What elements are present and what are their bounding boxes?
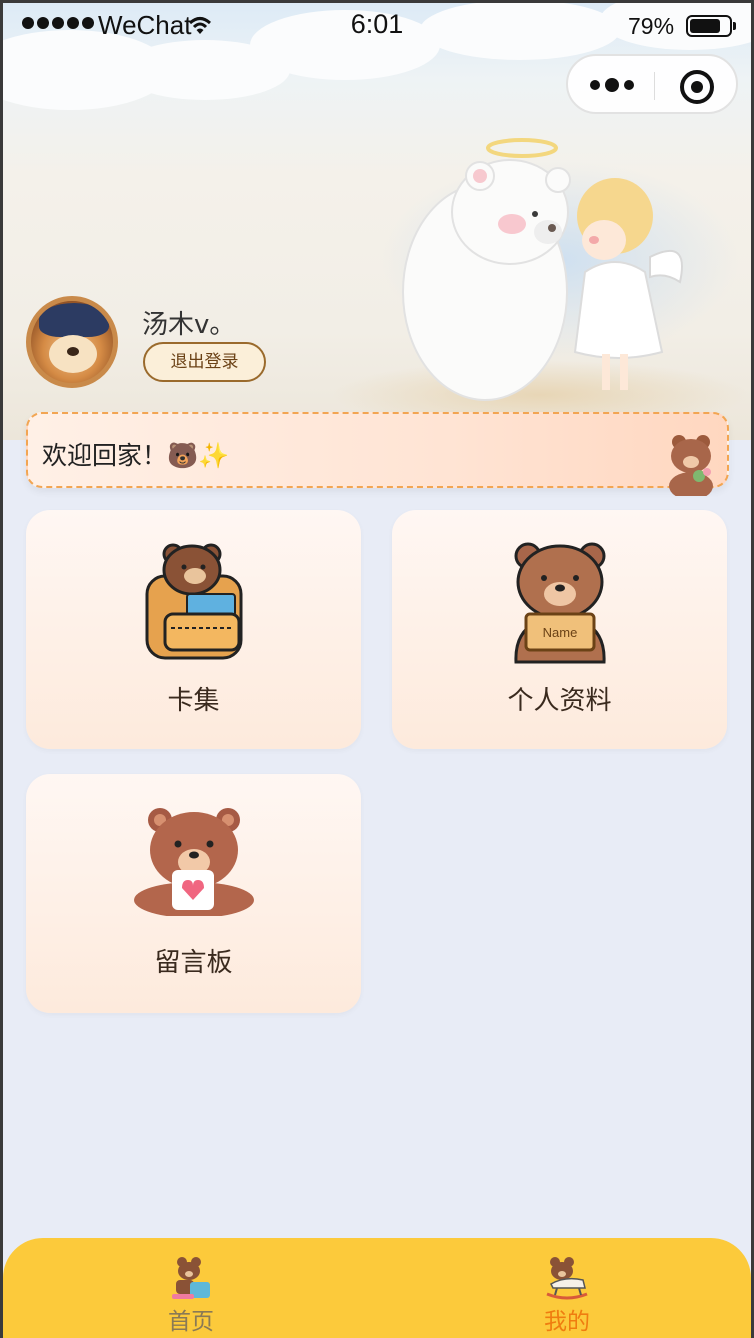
status-bar: WeChat 6:01 79% [0,0,754,52]
card-message-board[interactable]: 留言板 [26,774,361,1013]
bear-bouquet-icon [669,435,713,496]
logout-button[interactable]: 退出登录 [143,342,266,382]
bear-heart-letter-icon [133,808,254,916]
welcome-banner: 欢迎回家！🐻✨ [26,412,729,496]
bear-home-icon [172,1257,210,1299]
svg-text:Name: Name [542,625,577,640]
bear-rocking-horse-icon [546,1257,588,1300]
bear-name-tag-icon: Name [513,542,606,664]
battery-percentage: 79% [628,13,675,39]
card-label: 卡集 [167,686,220,716]
avatar[interactable] [26,296,118,388]
bear-backpack-icon [145,543,242,660]
card-profile[interactable]: Name 个人资料 [392,510,727,749]
tab-label: 首页 [168,1309,214,1335]
card-label: 个人资料 [507,686,612,716]
more-dots-icon[interactable] [590,78,634,92]
miniprogram-capsule [566,54,738,114]
battery-icon [686,15,736,37]
tab-home[interactable]: 首页 [91,1238,291,1338]
card-collection[interactable]: 卡集 [26,510,361,749]
target-close-icon[interactable] [680,70,714,104]
tab-mine[interactable]: 我的 [467,1238,667,1338]
username: 汤木v。 [142,310,236,340]
tab-label: 我的 [544,1309,590,1335]
tab-bar: 首页 我的 [3,1238,751,1338]
welcome-text: 欢迎回家！🐻✨ [42,441,230,470]
bear-angel-illustration [402,138,683,401]
capsule-divider [654,72,655,100]
card-label: 留言板 [154,948,233,978]
